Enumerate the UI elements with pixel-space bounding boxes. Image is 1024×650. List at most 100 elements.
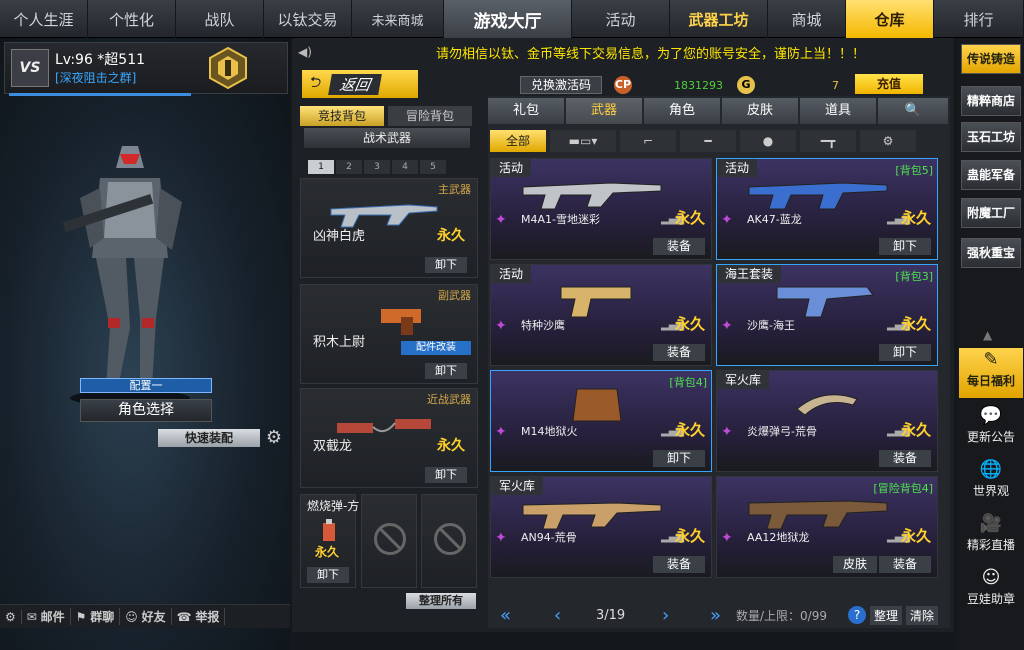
- weapon-card[interactable]: 活动 ✦ M4A1-雪地迷彩 ▂▄▆ 永久 装备: [490, 158, 712, 260]
- unequip-button[interactable]: 卸下: [425, 363, 467, 379]
- prev-page-icon[interactable]: ‹: [554, 605, 561, 626]
- tab-weapons[interactable]: 武器: [566, 98, 642, 124]
- attachment-mod-button[interactable]: 配件改装: [401, 341, 471, 355]
- tab-ranking[interactable]: 排行: [934, 0, 1024, 38]
- quick-equip-button[interactable]: 快速装配: [158, 429, 260, 447]
- filter-sniper-icon[interactable]: ━┳: [800, 130, 856, 152]
- next-page-icon[interactable]: ›: [662, 605, 669, 626]
- tab-gift-packs[interactable]: 礼包: [488, 98, 564, 124]
- tab-personalize[interactable]: 个性化: [88, 0, 176, 38]
- enchant-factory-button[interactable]: 附魔工厂: [961, 198, 1021, 228]
- tab-skins[interactable]: 皮肤: [722, 98, 798, 124]
- tidy-all-button[interactable]: 整理所有: [406, 593, 476, 609]
- loadout-page[interactable]: 4: [392, 160, 418, 174]
- equip-button[interactable]: 装备: [879, 556, 931, 573]
- filter-grenade-icon[interactable]: ●: [740, 130, 796, 152]
- equip-button[interactable]: 装备: [653, 344, 705, 361]
- search-icon[interactable]: 🔍: [878, 98, 948, 124]
- weapon-card[interactable]: 活动 ✦ 特种沙鹰 ▂▄▆ 永久 装备: [490, 264, 712, 366]
- tab-competitive-pack[interactable]: 竞技背包: [300, 106, 384, 126]
- report-button[interactable]: ☎ 举报: [172, 608, 226, 625]
- mail-button[interactable]: ✉ 邮件: [22, 608, 71, 625]
- permanent-label: 永久: [900, 315, 931, 333]
- secondary-weapon-slot[interactable]: 副武器 积木上尉 配件改装 卸下: [300, 284, 478, 384]
- equip-button[interactable]: 装备: [879, 450, 931, 467]
- unequip-button[interactable]: 卸下: [653, 450, 705, 467]
- weapon-card[interactable]: 军火库 ✦ AN94-荒骨 ▂▄▆ 永久 装备: [490, 476, 712, 578]
- loadout-page[interactable]: 5: [420, 160, 446, 174]
- tab-career[interactable]: 个人生涯: [0, 0, 88, 38]
- card-bag-label: [背包3]: [895, 270, 933, 283]
- tab-weapon-workshop[interactable]: 武器工坊: [670, 0, 768, 38]
- live-stream-button[interactable]: 🎥 精彩直播: [959, 512, 1023, 562]
- recharge-button[interactable]: 充值: [855, 74, 923, 94]
- daily-welfare-button[interactable]: ✎ 每日福利: [959, 348, 1023, 398]
- clan-name[interactable]: [深夜阻击之群]: [55, 69, 136, 86]
- armament-button[interactable]: 蛊能军备: [961, 160, 1021, 190]
- worldview-button[interactable]: 🌐 世界观: [959, 458, 1023, 508]
- sort-button[interactable]: 整理: [870, 605, 903, 625]
- filter-pistol-icon[interactable]: ⌐: [620, 130, 676, 152]
- tab-items[interactable]: 道具: [800, 98, 876, 124]
- config-label[interactable]: 配置一: [80, 378, 212, 393]
- first-page-icon[interactable]: «: [500, 605, 511, 626]
- rank-emblem-icon[interactable]: [203, 45, 253, 91]
- tab-future-mall[interactable]: 未来商城: [352, 0, 444, 38]
- tab-shop[interactable]: 商城: [768, 0, 846, 38]
- weapon-card[interactable]: 活动 [背包5] ✦ AK47-蓝龙 ▂▄▆ 永久 卸下: [716, 158, 938, 260]
- legend-forge-button[interactable]: 传说铸造: [961, 44, 1021, 74]
- melee-weapon-slot[interactable]: 近战武器 双截龙 永久 卸下: [300, 388, 478, 488]
- weapon-image: [796, 394, 858, 416]
- weapon-card[interactable]: [冒险背包4] ✦ AA12地狱龙 ▂▄▆ 永久 皮肤 装备: [716, 476, 938, 578]
- weapon-card[interactable]: [背包4] ✦ M14地狱火 ▂▄▆ 永久 卸下: [490, 370, 712, 472]
- weapon-card[interactable]: 军火库 ✦ 炎爆弹弓-荒骨 ▂▄▆ 永久 装备: [716, 370, 938, 472]
- loadout-page[interactable]: 3: [364, 160, 390, 174]
- primary-weapon-slot[interactable]: 主武器 凶神白虎 永久 卸下: [300, 178, 478, 278]
- settings-icon[interactable]: ⚙: [0, 609, 22, 624]
- equip-button[interactable]: 装备: [653, 238, 705, 255]
- tab-events[interactable]: 活动: [572, 0, 670, 38]
- essence-shop-button[interactable]: 精粹商店: [961, 86, 1021, 116]
- unequip-button[interactable]: 卸下: [879, 344, 931, 361]
- unequip-button[interactable]: 卸下: [879, 238, 931, 255]
- treasure-button[interactable]: 强秋重宝: [961, 238, 1021, 268]
- character-panel: VS Lv:96 *超511 [深夜阻击之群] 配置一 角色选择 快速装配 ⚙ …: [0, 38, 290, 650]
- group-chat-button[interactable]: ⚑ 群聊: [71, 608, 121, 625]
- unequip-button[interactable]: 卸下: [425, 467, 467, 483]
- helper-label: 豆娃助章: [966, 592, 1015, 606]
- helper-button[interactable]: ☺ 豆娃助章: [959, 566, 1023, 616]
- tab-trade[interactable]: 以钛交易: [264, 0, 352, 38]
- equip-button[interactable]: 装备: [653, 556, 705, 573]
- tab-characters[interactable]: 角色: [644, 98, 720, 124]
- loadout-page[interactable]: 2: [336, 160, 362, 174]
- tab-lobby[interactable]: 游戏大厅: [444, 0, 572, 38]
- filter-melee-icon[interactable]: ━: [680, 130, 736, 152]
- friends-button[interactable]: ☺ 好友: [120, 608, 172, 625]
- filter-settings-icon[interactable]: ⚙: [860, 130, 916, 152]
- jade-workshop-button[interactable]: 玉石工坊: [961, 122, 1021, 152]
- tab-storage[interactable]: 仓库: [846, 0, 934, 38]
- role-select-button[interactable]: 角色选择: [80, 399, 212, 422]
- unequip-button[interactable]: 卸下: [425, 257, 467, 273]
- tactical-weapons-button[interactable]: 战术武器: [304, 128, 470, 148]
- wing-icon: ✦: [495, 424, 507, 440]
- gear-icon[interactable]: ⚙: [263, 427, 285, 449]
- scroll-up-icon[interactable]: ▲: [983, 328, 992, 342]
- clear-button[interactable]: 清除: [906, 605, 939, 625]
- weapon-card[interactable]: 海王套装 [背包3] ✦ 沙鹰-海王 ▂▄▆ 永久 卸下: [716, 264, 938, 366]
- back-button[interactable]: ⮌ 返回: [302, 70, 418, 98]
- grenade-slot[interactable]: 燃烧弹-方 永久 卸下: [300, 494, 359, 588]
- redeem-code-button[interactable]: 兑换激活码: [520, 76, 602, 94]
- unequip-button[interactable]: 卸下: [307, 567, 349, 583]
- pagination: « ‹ 3/19 › » 数量/上限：0/99 ? 整理 清除: [488, 602, 950, 628]
- last-page-icon[interactable]: »: [710, 605, 721, 626]
- update-notice-button[interactable]: 💬 更新公告: [959, 404, 1023, 454]
- help-icon[interactable]: ?: [848, 606, 866, 624]
- filter-rifle-icon[interactable]: ▬▭▾: [550, 130, 616, 152]
- disabled-icon: [434, 523, 466, 555]
- tab-adventure-pack[interactable]: 冒险背包: [388, 106, 472, 126]
- skin-button[interactable]: 皮肤: [833, 556, 877, 573]
- tab-clan[interactable]: 战队: [176, 0, 264, 38]
- filter-all[interactable]: 全部: [490, 130, 546, 152]
- loadout-page[interactable]: 1: [308, 160, 334, 174]
